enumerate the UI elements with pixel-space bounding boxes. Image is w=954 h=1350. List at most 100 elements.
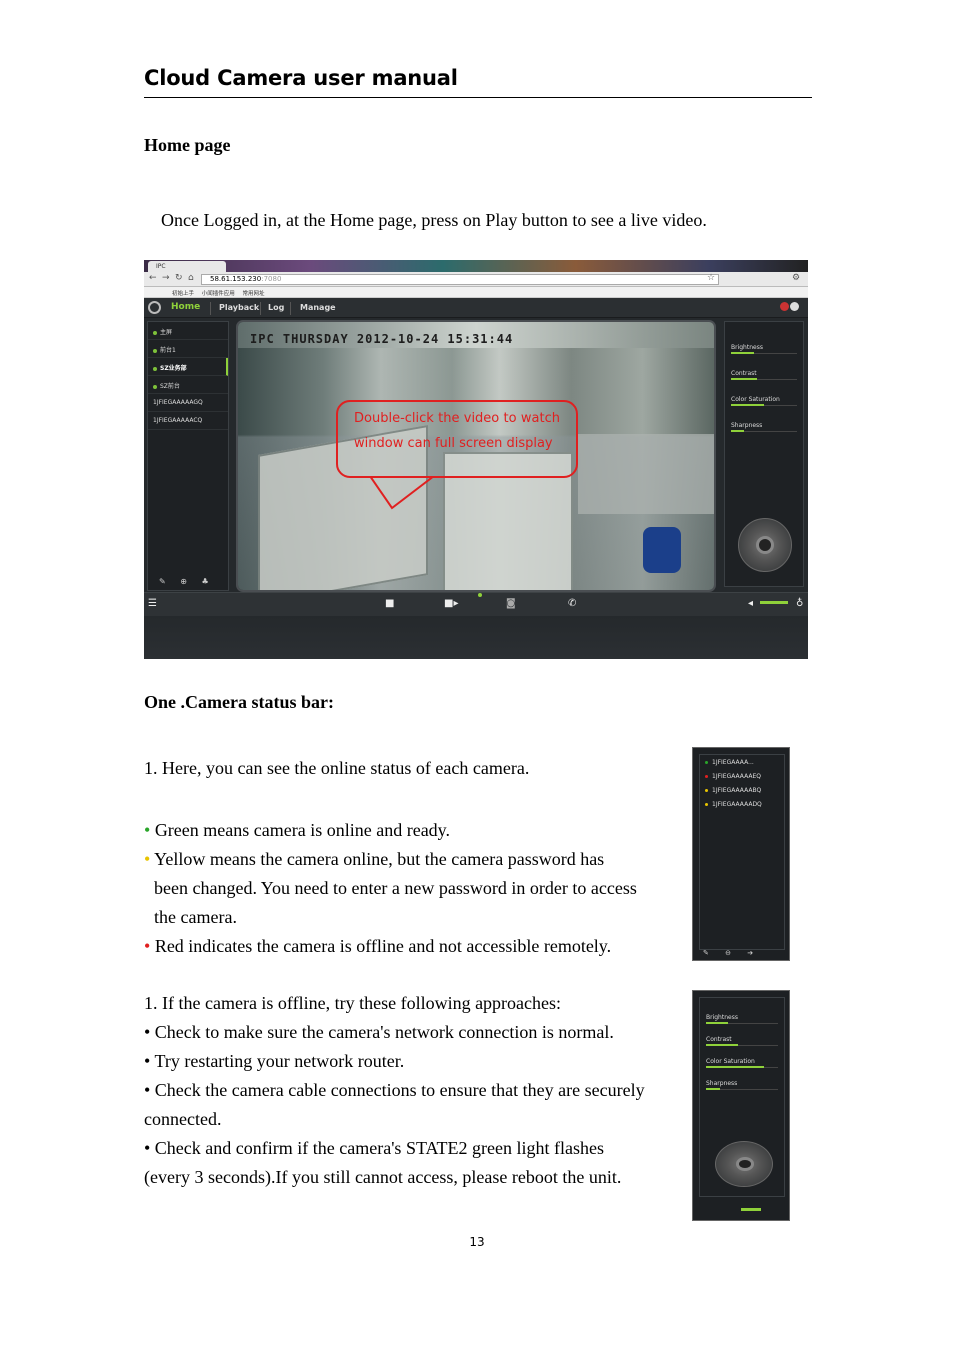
camera-list-item-selected: SZ业务部 — [148, 358, 228, 376]
camera-name: 主屏 — [160, 329, 173, 336]
callout-tail — [369, 476, 435, 510]
browser-tab: IPC — [148, 261, 226, 272]
camera-name: 1JFIEGAAAA... — [712, 759, 754, 766]
nav-manage: Manage — [300, 303, 336, 312]
office-desk — [578, 434, 714, 514]
camera-list-item: 1JFIEGAAAAAGQ — [148, 394, 228, 412]
indicator-dot — [478, 593, 482, 597]
yellow-dot-icon — [705, 789, 708, 792]
mic-icon: ♁ — [796, 598, 804, 609]
home-icon: ⌂ — [188, 273, 194, 283]
camera-name: 1JFIEGAAAAABQ — [712, 787, 762, 794]
section-heading-home-page: Home page — [144, 135, 231, 155]
url-host: 58.61.153.230 — [210, 275, 262, 283]
nav-playback: Playback — [219, 303, 260, 312]
camera-name: 1JFIEGAAAAACQ — [153, 417, 203, 424]
power-icon — [790, 302, 799, 311]
wrench-icon: ✎ — [703, 949, 709, 957]
slider-fill — [706, 1066, 764, 1068]
bullet-text: Green means camera is online and ready. — [154, 820, 451, 840]
video-control-bar — [144, 592, 808, 616]
camera-name: 前台1 — [160, 347, 176, 354]
camera-list-tools: ✎ ⊕ ♣ — [147, 577, 229, 591]
section-heading-status-bar: One .Camera status bar: — [144, 692, 334, 712]
bullet-continuation: the camera. — [154, 907, 237, 927]
tip-line: • Try restarting your network router. — [144, 1051, 405, 1071]
nav-divider — [290, 302, 291, 315]
brightness-slider — [706, 1022, 778, 1024]
home-page-screenshot: IPC ← → ↻ ⌂ 58.61.153.230:7080 ☆ ⚙ 初始上手 … — [144, 260, 808, 659]
bullet-text: Yellow means the camera online, but the … — [154, 849, 605, 869]
menu-icon: ☰ — [148, 598, 157, 609]
camera-list-tools: ✎ ⊖ ➔ — [703, 949, 753, 957]
tip-line: • Check the camera cable connections to … — [144, 1080, 645, 1100]
intro-paragraph: Once Logged in, at the Home page, press … — [161, 210, 707, 230]
forward-icon: → — [162, 273, 170, 283]
live-video-window: IPC THURSDAY 2012-10-24 15:31:44 Double-… — [236, 320, 716, 592]
wrench-icon: ⚙ — [792, 273, 801, 283]
slider-fill — [731, 404, 764, 406]
camera-name: SZ业务部 — [160, 365, 187, 372]
camera-name: 1JFIEGAAAAAGQ — [153, 399, 203, 406]
image-adjust-inset: Brightness Contrast Color Saturation Sha… — [692, 990, 790, 1221]
slider-label: Contrast — [731, 370, 757, 377]
camera-snapshot-icon: ◙ — [506, 598, 516, 609]
camera-list-item: SZ前台 — [148, 376, 228, 394]
red-dot-icon: • — [144, 936, 151, 956]
slider-label: Brightness — [731, 344, 763, 351]
phone-icon: ✆ — [568, 598, 577, 609]
star-icon: ☆ — [707, 273, 716, 283]
slider-label: Color Saturation — [731, 396, 780, 403]
slider-label: Sharpness — [706, 1080, 738, 1087]
bookmarks-bar: 初始上手 小闻插件应用 常用网址 — [144, 287, 808, 298]
camera-list-item: 主屏 — [148, 322, 228, 340]
slider-fill — [731, 352, 755, 354]
slider-label: Brightness — [706, 1014, 738, 1021]
slider-label: Sharpness — [731, 422, 763, 429]
reload-icon: ↻ — [175, 273, 183, 283]
arrow-icon: ➔ — [747, 949, 754, 957]
saturation-slider — [706, 1066, 778, 1068]
bullet-text: Red indicates the camera is offline and … — [154, 936, 612, 956]
contrast-slider — [731, 378, 797, 380]
numbered-item: 1. Here, you can see the online status o… — [144, 758, 530, 778]
camera-list-panel: 1JFIEGAAAA... 1JFIEGAAAAAEQ 1JFIEGAAAAAB… — [699, 754, 785, 950]
document-header-title: Cloud Camera user manual — [144, 66, 458, 90]
status-bullet-red: • Red indicates the camera is offline an… — [144, 932, 611, 961]
record-icon — [780, 302, 789, 311]
numbered-item: 1. If the camera is offline, try these f… — [144, 993, 562, 1013]
header-rule — [144, 97, 812, 98]
back-icon: ← — [149, 273, 157, 283]
tip-line: • Check and confirm if the camera's STAT… — [144, 1138, 604, 1158]
wrench-icon: ✎ — [159, 577, 166, 586]
ptz-center-button — [736, 1157, 754, 1171]
office-chair — [643, 527, 681, 573]
volume-bar — [760, 601, 788, 604]
green-dot-icon: • — [144, 820, 151, 840]
camera-list-item: 1JFIEGAAAAABQ — [700, 783, 784, 797]
url-port: :7080 — [261, 275, 282, 283]
tip-line: • Check to make sure the camera's networ… — [144, 1022, 614, 1042]
page-number: 13 — [469, 1235, 485, 1249]
saturation-slider — [731, 404, 797, 406]
nav-log: Log — [268, 303, 285, 312]
slider-label: Contrast — [706, 1036, 732, 1043]
status-dot — [153, 384, 157, 389]
volume-bar — [741, 1208, 761, 1211]
camera-list-inset: 1JFIEGAAAA... 1JFIEGAAAAAEQ 1JFIEGAAAAAB… — [692, 747, 790, 961]
yellow-dot-icon — [705, 803, 708, 806]
slider-fill — [706, 1044, 739, 1046]
yellow-dot-icon: • — [144, 849, 151, 869]
camera-list-item: 前台1 — [148, 340, 228, 358]
stop-icon: ■ — [385, 598, 395, 609]
bullet-continuation: been changed. You need to enter a new pa… — [154, 878, 637, 898]
camera-list-item: 1JFIEGAAAAAEQ — [700, 769, 784, 783]
camera-list-item: 1JFIEGAAAAADQ — [700, 797, 784, 811]
sharpness-slider — [706, 1088, 778, 1090]
camera-list-item: 1JFIEGAAAA... — [700, 755, 784, 769]
red-dot-icon — [705, 775, 708, 778]
callout-text: Double-click the video to watch window c… — [354, 411, 560, 451]
slider-label: Color Saturation — [706, 1058, 755, 1065]
browser-tab-strip — [144, 260, 808, 272]
status-dot — [153, 348, 157, 353]
